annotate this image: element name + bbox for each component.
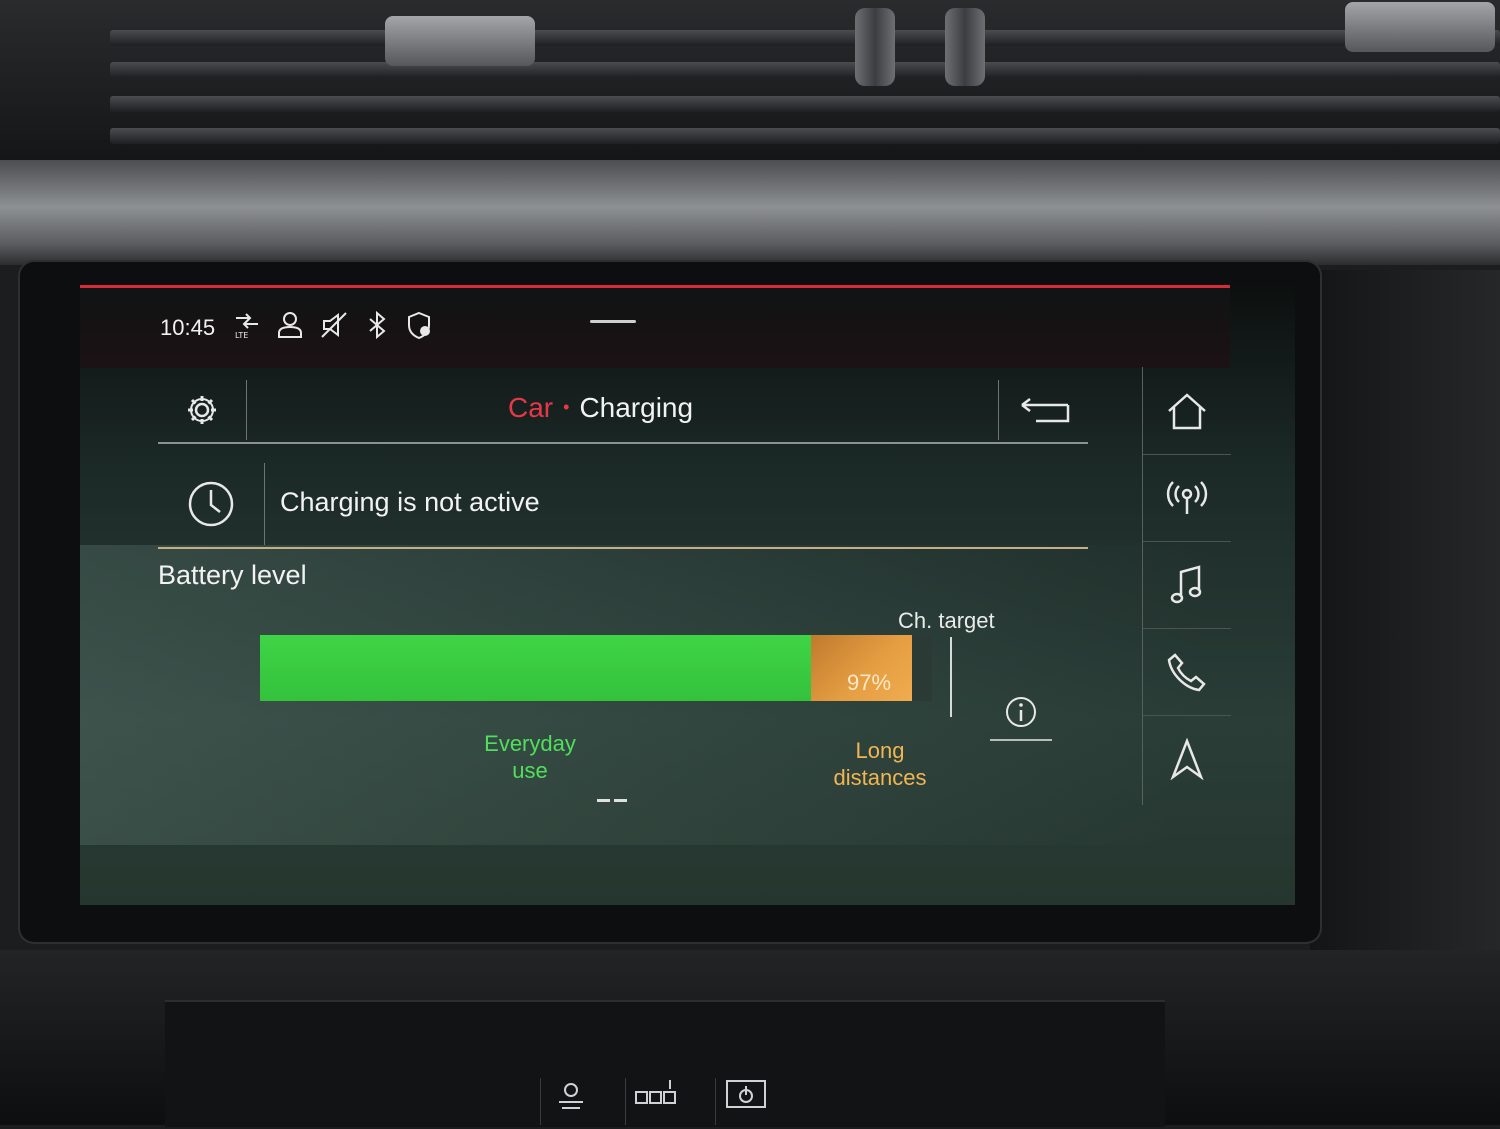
clock: 10:45 bbox=[160, 315, 216, 340]
info-button[interactable] bbox=[990, 685, 1052, 741]
battery-level-bar[interactable] bbox=[260, 635, 932, 701]
vent-slat bbox=[110, 128, 1500, 144]
power-icon bbox=[726, 1080, 766, 1108]
page-header: Car • Charging bbox=[158, 380, 1088, 444]
radio-button[interactable] bbox=[1143, 454, 1231, 542]
charge-target-label: Ch. target bbox=[898, 608, 995, 633]
clock-icon bbox=[188, 481, 234, 527]
status-bar: 10:45 LTE bbox=[80, 285, 1230, 368]
vent-thumbwheel bbox=[855, 8, 895, 86]
charge-target-percent: 97% bbox=[847, 670, 892, 695]
breadcrumb-separator: • bbox=[563, 397, 570, 417]
page-title: Charging bbox=[579, 392, 694, 423]
charging-status-row[interactable]: Charging is not active bbox=[158, 463, 1088, 549]
legend-long-distances: Long distances bbox=[833, 738, 927, 790]
vent-direction-tab bbox=[385, 16, 535, 66]
navigation-icon bbox=[1170, 737, 1204, 780]
vent-slat bbox=[110, 62, 1500, 78]
settings-button[interactable] bbox=[158, 380, 247, 440]
charging-status-text: Charging is not active bbox=[280, 487, 540, 517]
breadcrumb-car[interactable]: Car bbox=[508, 392, 553, 423]
legend-everyday-use: Everyday use bbox=[484, 731, 576, 783]
battery-level-title: Battery level bbox=[158, 560, 307, 590]
radio-icon bbox=[1166, 480, 1208, 514]
media-button[interactable] bbox=[1143, 541, 1231, 629]
battery-fill-everyday bbox=[260, 635, 811, 701]
drive-select-icon bbox=[635, 1080, 676, 1104]
vent-slat bbox=[110, 30, 1500, 46]
mute-icon[interactable] bbox=[317, 310, 351, 344]
climate-button[interactable] bbox=[540, 1078, 601, 1125]
music-icon bbox=[1170, 564, 1202, 603]
phone-icon bbox=[1167, 652, 1206, 691]
infotainment-screen: 10:45 LTE Car • Charging Charging is not… bbox=[80, 285, 1295, 905]
location-service-icon[interactable] bbox=[402, 310, 436, 344]
timer-button[interactable] bbox=[158, 463, 265, 545]
gear-icon bbox=[188, 396, 216, 424]
home-button[interactable] bbox=[1143, 367, 1231, 455]
bluetooth-icon[interactable] bbox=[360, 310, 394, 344]
drive-select-button[interactable] bbox=[625, 1078, 686, 1125]
back-arrow-icon bbox=[1021, 398, 1070, 423]
info-icon bbox=[1006, 697, 1036, 727]
vent-direction-tab bbox=[1345, 2, 1495, 52]
charge-target-marker[interactable] bbox=[950, 637, 952, 717]
data-transfer-lte-icon: LTE bbox=[230, 310, 264, 344]
user-profile-icon[interactable] bbox=[273, 310, 307, 344]
dashboard-trim bbox=[0, 160, 1500, 265]
power-button[interactable] bbox=[715, 1078, 776, 1125]
phone-button[interactable] bbox=[1143, 628, 1231, 716]
vent-thumbwheel bbox=[945, 8, 985, 86]
breadcrumb: Car • Charging bbox=[508, 392, 693, 424]
navigation-button[interactable] bbox=[1143, 715, 1231, 802]
main-menu-rail bbox=[1142, 367, 1231, 805]
air-vent bbox=[0, 0, 1500, 160]
climate-icon bbox=[559, 1083, 583, 1109]
page-indicator bbox=[597, 799, 627, 802]
home-icon bbox=[1168, 392, 1206, 429]
svg-text:LTE: LTE bbox=[235, 331, 248, 340]
back-button[interactable] bbox=[998, 380, 1089, 440]
vent-slat bbox=[110, 96, 1500, 112]
pull-down-handle[interactable] bbox=[590, 320, 636, 323]
dashboard-panel bbox=[1310, 270, 1500, 970]
